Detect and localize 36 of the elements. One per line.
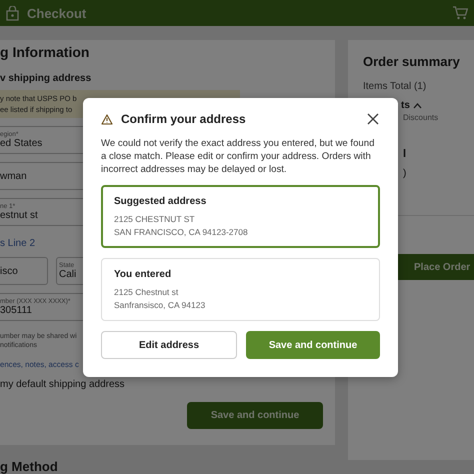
discounts-label: Discounts — [403, 113, 438, 122]
save-button[interactable]: Save and continue — [187, 402, 323, 429]
address-line: 2125 Chestnut st — [114, 287, 180, 297]
close-icon[interactable] — [366, 112, 380, 126]
lock-bag-icon — [6, 6, 19, 20]
discounts-toggle[interactable]: ts — [401, 100, 410, 111]
field-value: estnut st — [0, 210, 38, 221]
dialog-title: Confirm your address — [121, 112, 247, 126]
field-value: ed States — [0, 138, 42, 149]
field-value: wman — [0, 170, 27, 182]
address-option[interactable]: Suggested address 2125 CHESTNUT ST SAN FRANCISCO, CA 94123-2708 — [101, 185, 380, 248]
field-value: Cali — [59, 269, 76, 280]
input-field[interactable]: isco — [0, 257, 48, 285]
option-title: You entered — [114, 269, 172, 280]
field-value: 305111 — [0, 305, 32, 316]
edit-address-button[interactable]: Edit address — [101, 331, 237, 359]
save-continue-button[interactable]: Save and continue — [246, 331, 380, 359]
address-line: SAN FRANCISCO, CA 94123-2708 — [114, 227, 249, 237]
warning-icon — [101, 114, 113, 124]
option-title: Suggested address — [114, 196, 208, 207]
items-total-label: Items Total (1) — [363, 81, 428, 92]
cart-icon[interactable] — [453, 6, 468, 20]
section-subheading: v shipping address — [0, 73, 92, 84]
field-value: isco — [0, 266, 18, 276]
address-line: 2125 CHESTNUT ST — [114, 214, 196, 224]
address-option[interactable]: You entered 2125 Chestnut st Sanfransisco, CA 94123 — [101, 258, 380, 321]
section-heading: g Information — [0, 44, 90, 60]
section-heading: g Method — [0, 459, 59, 474]
summary-title: Order summary — [363, 54, 461, 69]
total-label: l — [403, 148, 406, 160]
default-address-label: my default shipping address — [0, 379, 126, 390]
dialog-message: We could not verify the exact address you entered, but we found a close match. Please edit or confirm your address. Orders with incorrect addresses may be delayed or lost. — [101, 137, 376, 176]
page-title: Checkout — [27, 6, 88, 20]
total-value: ) — [403, 168, 406, 179]
chevron-icon[interactable] — [412, 102, 422, 108]
address-line: Sanfransisco, CA 94123 — [114, 300, 206, 310]
